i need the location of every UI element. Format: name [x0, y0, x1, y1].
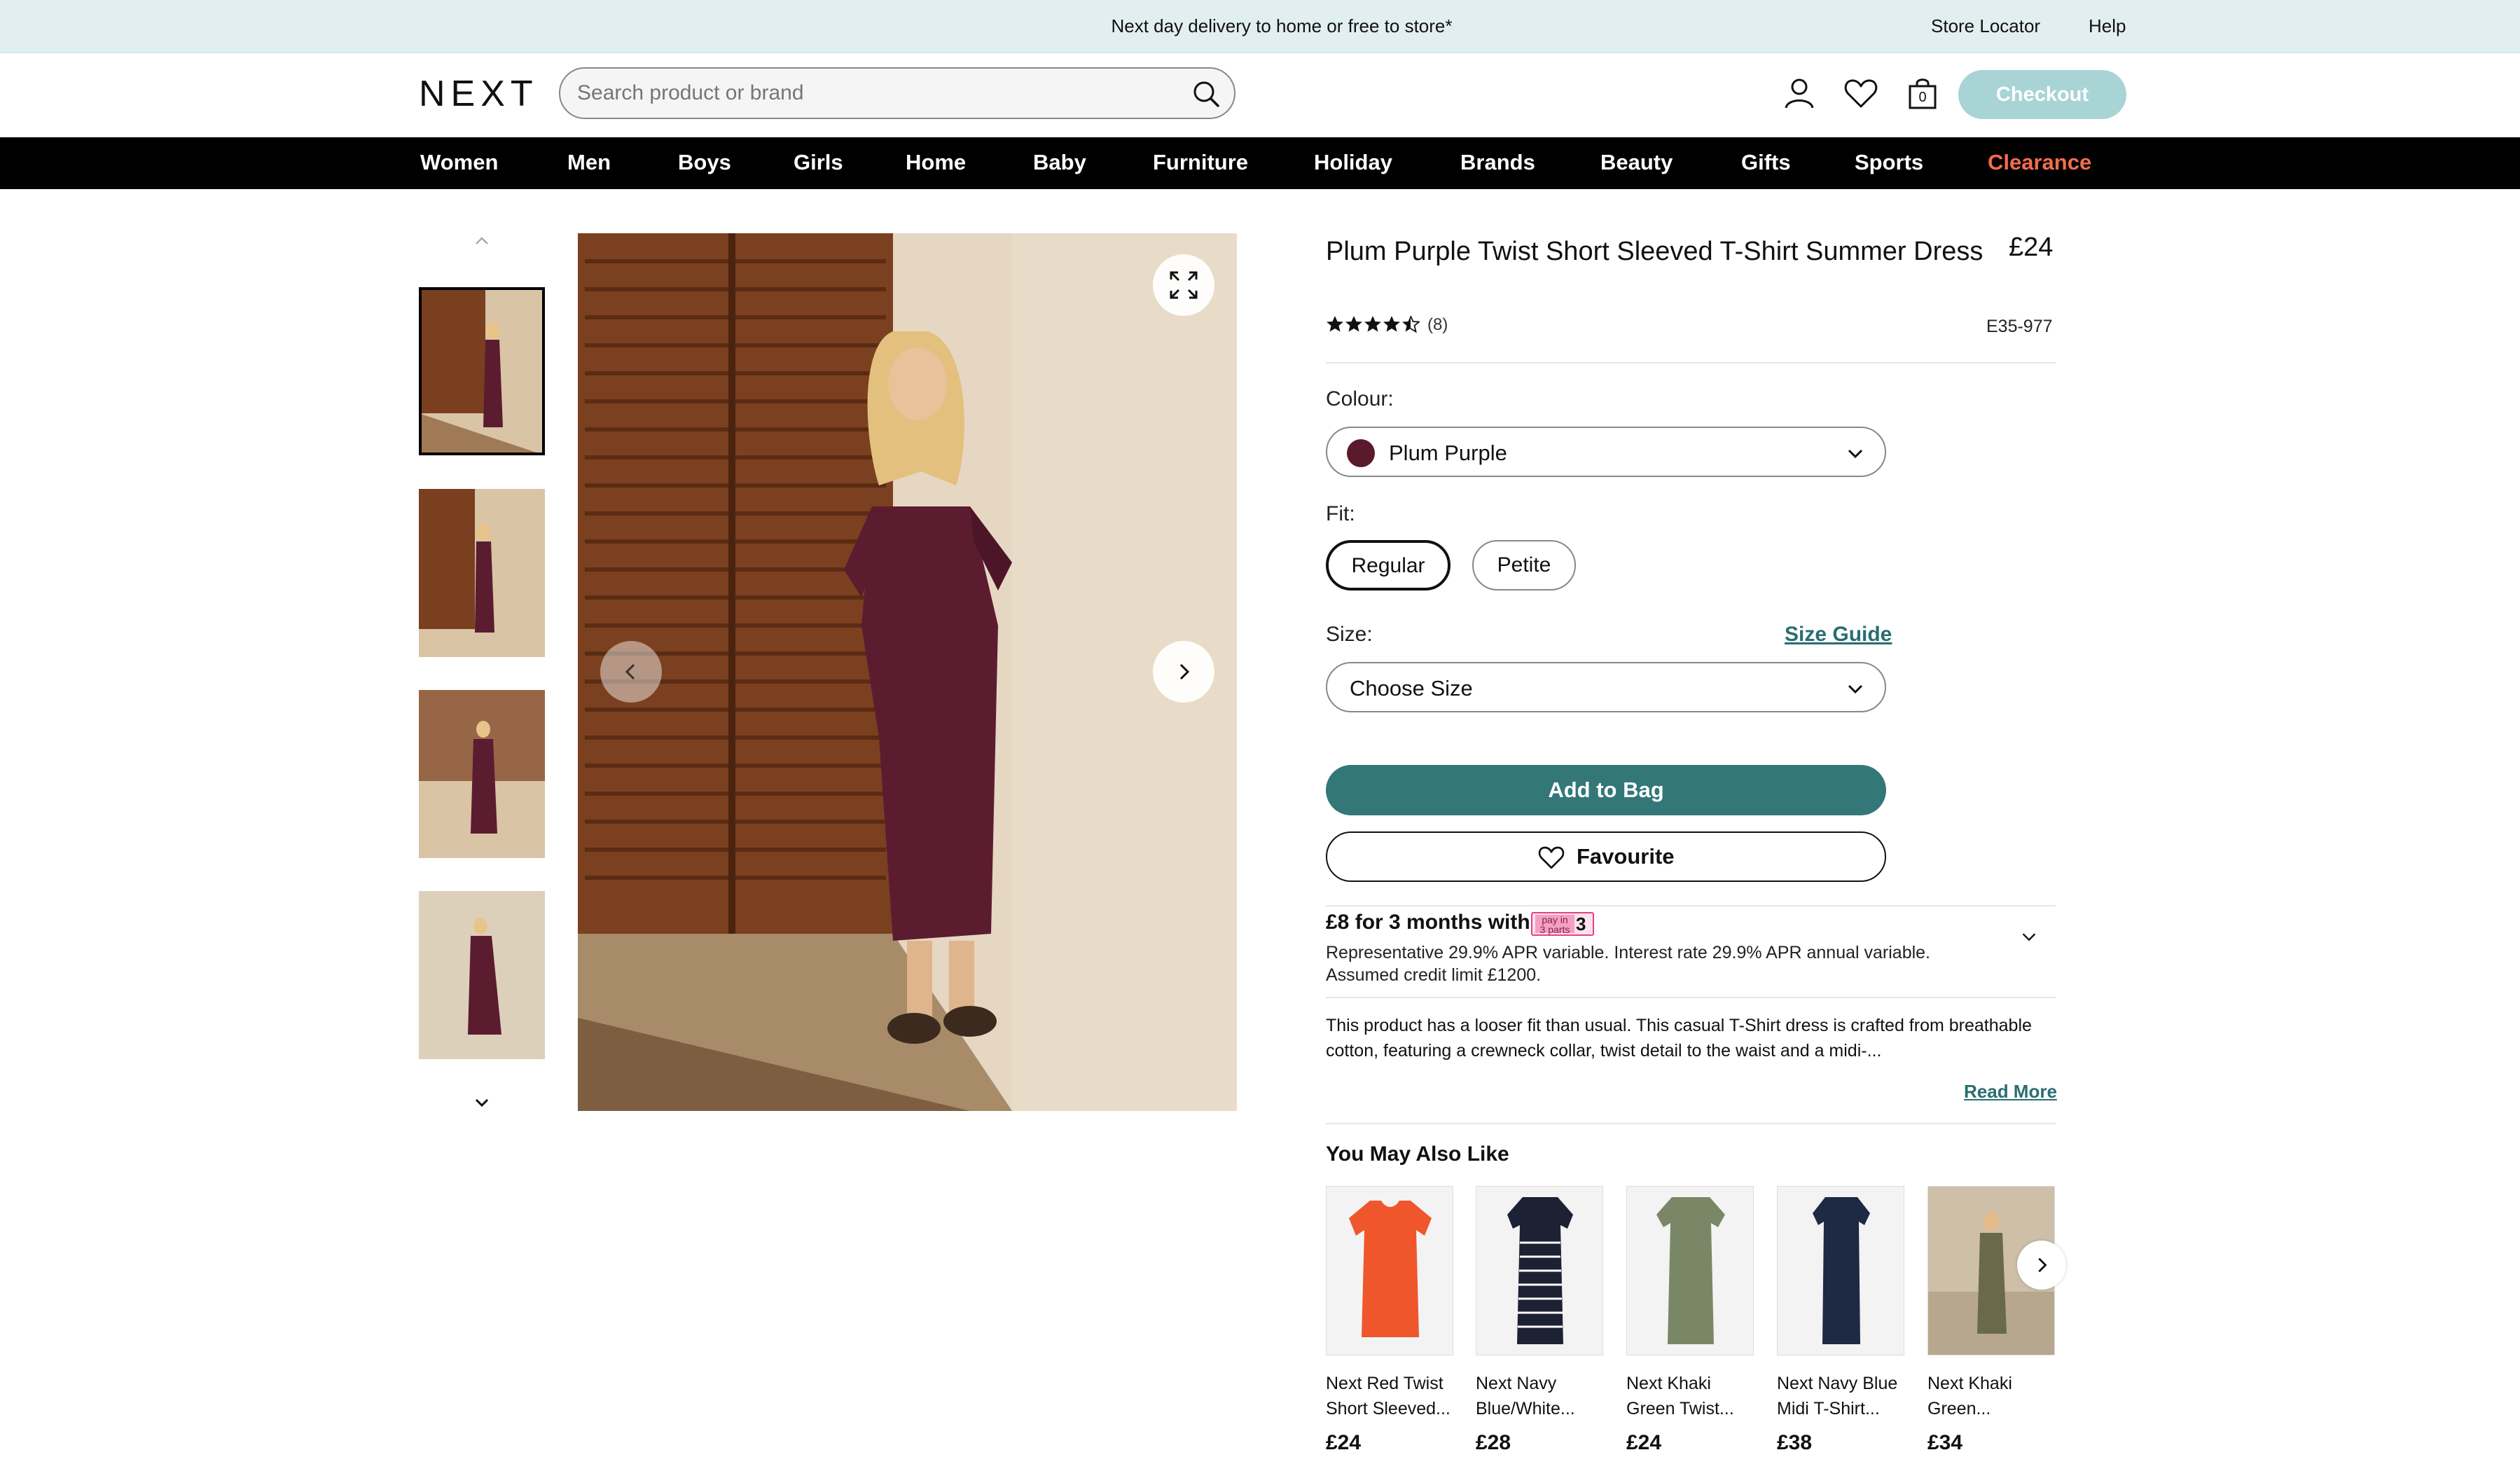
- pay-in-3-badge: pay in 3 parts 3: [1531, 912, 1594, 936]
- thumbnail-image: [419, 287, 545, 455]
- size-value: Choose Size: [1350, 676, 1473, 700]
- help-link[interactable]: Help: [2089, 15, 2126, 37]
- size-guide-link[interactable]: Size Guide: [1785, 623, 1892, 647]
- thumbnails-up-icon[interactable]: [469, 233, 494, 249]
- favourite-button[interactable]: Favourite: [1326, 831, 1886, 882]
- recommendation-name: Next Red Twist Short Sleeved...: [1326, 1374, 1451, 1418]
- chevron-down-icon: [1848, 449, 1863, 459]
- add-to-bag-button[interactable]: Add to Bag: [1326, 765, 1886, 815]
- read-more-link[interactable]: Read More: [1964, 1081, 2057, 1103]
- thumbnail-2[interactable]: [419, 489, 545, 657]
- search-input[interactable]: [577, 69, 1165, 118]
- recommendation-image: [1476, 1186, 1603, 1355]
- product-title: Plum Purple Twist Short Sleeved T-Shirt …: [1326, 237, 1984, 266]
- recommendation-name: Next Khaki Green...: [1927, 1374, 2012, 1418]
- recommendation-name: Next Navy Blue/White...: [1476, 1374, 1575, 1418]
- expand-icon: [1170, 271, 1198, 299]
- recommendation-image: [1777, 1186, 1904, 1355]
- recommendation-price: £28: [1476, 1431, 1511, 1454]
- recommendations-title: You May Also Like: [1326, 1142, 1509, 1166]
- nav-item-boys[interactable]: Boys: [678, 150, 731, 175]
- colour-swatch: [1347, 439, 1375, 467]
- size-label: Size:: [1326, 623, 1373, 646]
- divider: [1326, 362, 2056, 364]
- recommendations-next-button[interactable]: [2017, 1241, 2066, 1290]
- chevron-right-icon: [2038, 1257, 2047, 1273]
- nav-item-beauty[interactable]: Beauty: [1600, 150, 1673, 175]
- nav-item-home[interactable]: Home: [906, 150, 966, 175]
- chevron-right-icon: [1179, 663, 1190, 680]
- nav-item-women[interactable]: Women: [420, 150, 498, 175]
- chevron-down-icon: [1848, 684, 1863, 694]
- store-locator-link[interactable]: Store Locator: [1931, 15, 2040, 37]
- favourites-heart-icon[interactable]: [1842, 74, 1880, 112]
- recommendation-price: £24: [1326, 1431, 1362, 1454]
- recommendation-name: Next Navy Blue Midi T-Shirt...: [1777, 1374, 1898, 1418]
- nav-item-sports[interactable]: Sports: [1855, 150, 1923, 175]
- thumbnail-image: [419, 690, 545, 858]
- pay-in-3-logo-icon: pay in 3 parts: [1535, 915, 1574, 934]
- fit-option-regular[interactable]: Regular: [1326, 540, 1451, 591]
- product-price: £24: [2009, 233, 2054, 262]
- product-code: E35-977: [1986, 317, 2053, 336]
- nav-item-gifts[interactable]: Gifts: [1741, 150, 1791, 175]
- recommendation-price: £38: [1777, 1431, 1813, 1454]
- recommendation-name: Next Khaki Green Twist...: [1626, 1374, 1734, 1418]
- chevron-left-icon: [625, 663, 635, 680]
- previous-image-button[interactable]: [600, 641, 662, 703]
- size-select[interactable]: Choose Size: [1326, 662, 1886, 712]
- expand-image-button[interactable]: [1153, 254, 1214, 316]
- search-bar[interactable]: [559, 67, 1235, 119]
- heart-icon: [1538, 846, 1565, 869]
- nav-item-baby[interactable]: Baby: [1033, 150, 1086, 175]
- main-product-image[interactable]: [578, 233, 1237, 1111]
- next-logo[interactable]: NEXT: [419, 73, 539, 115]
- nav-item-girls[interactable]: Girls: [794, 150, 843, 175]
- main-nav: Women Men Boys Girls Home Baby Furniture…: [0, 137, 2520, 189]
- product-description: This product has a looser fit than usual…: [1326, 1016, 2032, 1061]
- recommendation-image: [1326, 1186, 1453, 1355]
- chevron-down-icon[interactable]: [2019, 926, 2040, 947]
- review-count[interactable]: (8): [1427, 315, 1448, 335]
- thumbnail-1[interactable]: [419, 287, 545, 455]
- pay-in-3-headline: £8 for 3 months with: [1326, 911, 1530, 934]
- fit-label: Fit:: [1326, 502, 1355, 525]
- recommendation-price: £34: [1927, 1431, 1963, 1454]
- thumbnail-3[interactable]: [419, 690, 545, 858]
- bag-button[interactable]: 0: [1904, 74, 1941, 112]
- pay-in-3-number: 3: [1576, 913, 1586, 934]
- site-header: NEXT 0 Checkout: [0, 53, 2520, 137]
- rating-stars[interactable]: [1326, 315, 1420, 336]
- recommendation-price: £24: [1626, 1431, 1662, 1454]
- favourite-label: Favourite: [1577, 844, 1675, 869]
- promo-bar: Next day delivery to home or free to sto…: [0, 0, 2520, 53]
- colour-value: Plum Purple: [1389, 441, 1507, 465]
- fit-option-petite[interactable]: Petite: [1472, 540, 1576, 591]
- thumbnail-image: [419, 891, 545, 1059]
- divider: [1326, 997, 2056, 998]
- thumbnail-4[interactable]: [419, 891, 545, 1059]
- divider: [1326, 905, 2056, 906]
- recommendation-image: [1626, 1186, 1754, 1355]
- colour-label: Colour:: [1326, 387, 1394, 410]
- checkout-button[interactable]: Checkout: [1958, 70, 2126, 119]
- bag-count: 0: [1918, 90, 1927, 105]
- product-photo: [578, 233, 1237, 1111]
- delivery-message[interactable]: Next day delivery to home or free to sto…: [0, 15, 2520, 37]
- search-icon[interactable]: [1191, 78, 1221, 109]
- colour-select[interactable]: Plum Purple: [1326, 427, 1886, 477]
- nav-item-furniture[interactable]: Furniture: [1153, 150, 1248, 175]
- nav-item-holiday[interactable]: Holiday: [1314, 150, 1392, 175]
- thumbnail-image: [419, 489, 545, 657]
- account-icon[interactable]: [1780, 74, 1818, 112]
- nav-item-men[interactable]: Men: [567, 150, 611, 175]
- apr-text: Representative 29.9% APR variable. Inter…: [1326, 943, 1931, 985]
- next-image-button[interactable]: [1153, 641, 1214, 703]
- nav-item-brands[interactable]: Brands: [1460, 150, 1535, 175]
- nav-item-clearance[interactable]: Clearance: [1988, 150, 2091, 175]
- divider: [1326, 1123, 2056, 1124]
- thumbnails-down-icon[interactable]: [469, 1094, 494, 1111]
